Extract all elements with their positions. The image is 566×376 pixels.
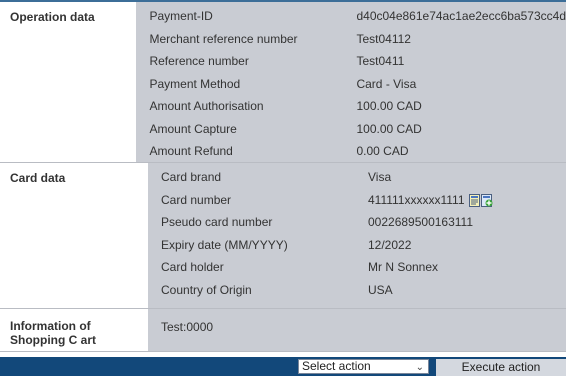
shopping-cart-value: Test:0000 (161, 320, 214, 334)
card-brand-label: Card brand (161, 170, 222, 185)
reference-number-value: Test0411 (356, 54, 405, 69)
amount-refund-label: Amount Refund (149, 144, 233, 159)
amount-capture-value: 100.00 CAD (356, 121, 422, 136)
payment-method-label: Payment Method (149, 76, 241, 91)
country-of-origin-value: USA (368, 282, 393, 297)
expiry-date-value: 12/2022 (368, 237, 412, 252)
pseudo-card-number-value: 0022689500163111 (368, 215, 473, 230)
amount-authorisation-label: Amount Authorisation (149, 99, 264, 114)
add-card-icon[interactable] (480, 193, 493, 207)
card-data-section: Card data Card brand Visa Card number 41… (0, 163, 566, 309)
card-holder-label: Card holder (161, 260, 224, 275)
card-number-value: 411111xxxxxx1111 (368, 192, 465, 207)
operation-data-section: Operation data Payment-ID d40c04e861e74a… (0, 2, 566, 163)
card-number-label: Card number (161, 192, 232, 207)
card-brand-value: Visa (368, 170, 392, 185)
action-select-value: Select action (302, 359, 371, 373)
table-row: Reference number Test0411 (136, 50, 566, 73)
card-data-table: Card brand Visa Card number 411111xxxxxx… (148, 163, 566, 308)
amount-refund-value: 0.00 CAD (356, 144, 409, 159)
shopping-cart-section: Information of Shopping C art Test:0000 (0, 309, 566, 352)
table-row: Pseudo card number 0022689500163111 (148, 211, 566, 234)
table-row: Merchant reference number Test04112 (136, 28, 566, 51)
payment-id-value: d40c04e861e74ac1ae2ecc6ba573cc4d (356, 9, 566, 24)
shopping-cart-body: Test:0000 (148, 309, 566, 351)
operation-data-title: Operation data (0, 2, 137, 162)
table-row: Test:0000 (148, 319, 566, 335)
table-row: Card number 411111xxxxxx1111 (148, 189, 566, 212)
card-data-title: Card data (0, 163, 148, 308)
card-number-cell: 411111xxxxxx1111 (368, 193, 566, 207)
copy-card-icon[interactable] (468, 193, 480, 207)
table-row: Payment-ID d40c04e861e74ac1ae2ecc6ba573c… (136, 5, 566, 28)
table-row: Amount Refund 0.00 CAD (136, 140, 566, 163)
amount-capture-label: Amount Capture (149, 121, 237, 136)
expiry-date-label: Expiry date (MM/YYYY) (161, 237, 288, 252)
shopping-cart-title: Information of Shopping C art (0, 309, 148, 351)
country-of-origin-label: Country of Origin (161, 282, 252, 297)
reference-number-label: Reference number (149, 54, 249, 69)
payment-method-value: Card - Visa (356, 76, 417, 91)
table-row: Country of Origin USA (148, 279, 566, 302)
table-row: Expiry date (MM/YYYY) 12/2022 (148, 234, 566, 257)
card-holder-value: Mr N Sonnex (368, 260, 439, 275)
merchant-ref-value: Test04112 (356, 31, 411, 46)
table-row: Amount Authorisation 100.00 CAD (136, 95, 566, 118)
action-select[interactable]: Select action ⌄ (298, 359, 429, 374)
amount-authorisation-value: 100.00 CAD (356, 99, 422, 114)
operation-data-table: Payment-ID d40c04e861e74ac1ae2ecc6ba573c… (136, 2, 566, 162)
payment-id-label: Payment-ID (149, 9, 213, 24)
table-row: Card brand Visa (148, 166, 566, 189)
chevron-down-icon: ⌄ (415, 362, 424, 373)
table-row: Amount Capture 100.00 CAD (136, 118, 566, 141)
table-row: Payment Method Card - Visa (136, 73, 566, 96)
execute-action-button[interactable]: Execute action (436, 359, 566, 376)
pseudo-card-number-label: Pseudo card number (161, 215, 273, 230)
merchant-ref-label: Merchant reference number (149, 31, 298, 46)
table-row: Card holder Mr N Sonnex (148, 256, 566, 279)
